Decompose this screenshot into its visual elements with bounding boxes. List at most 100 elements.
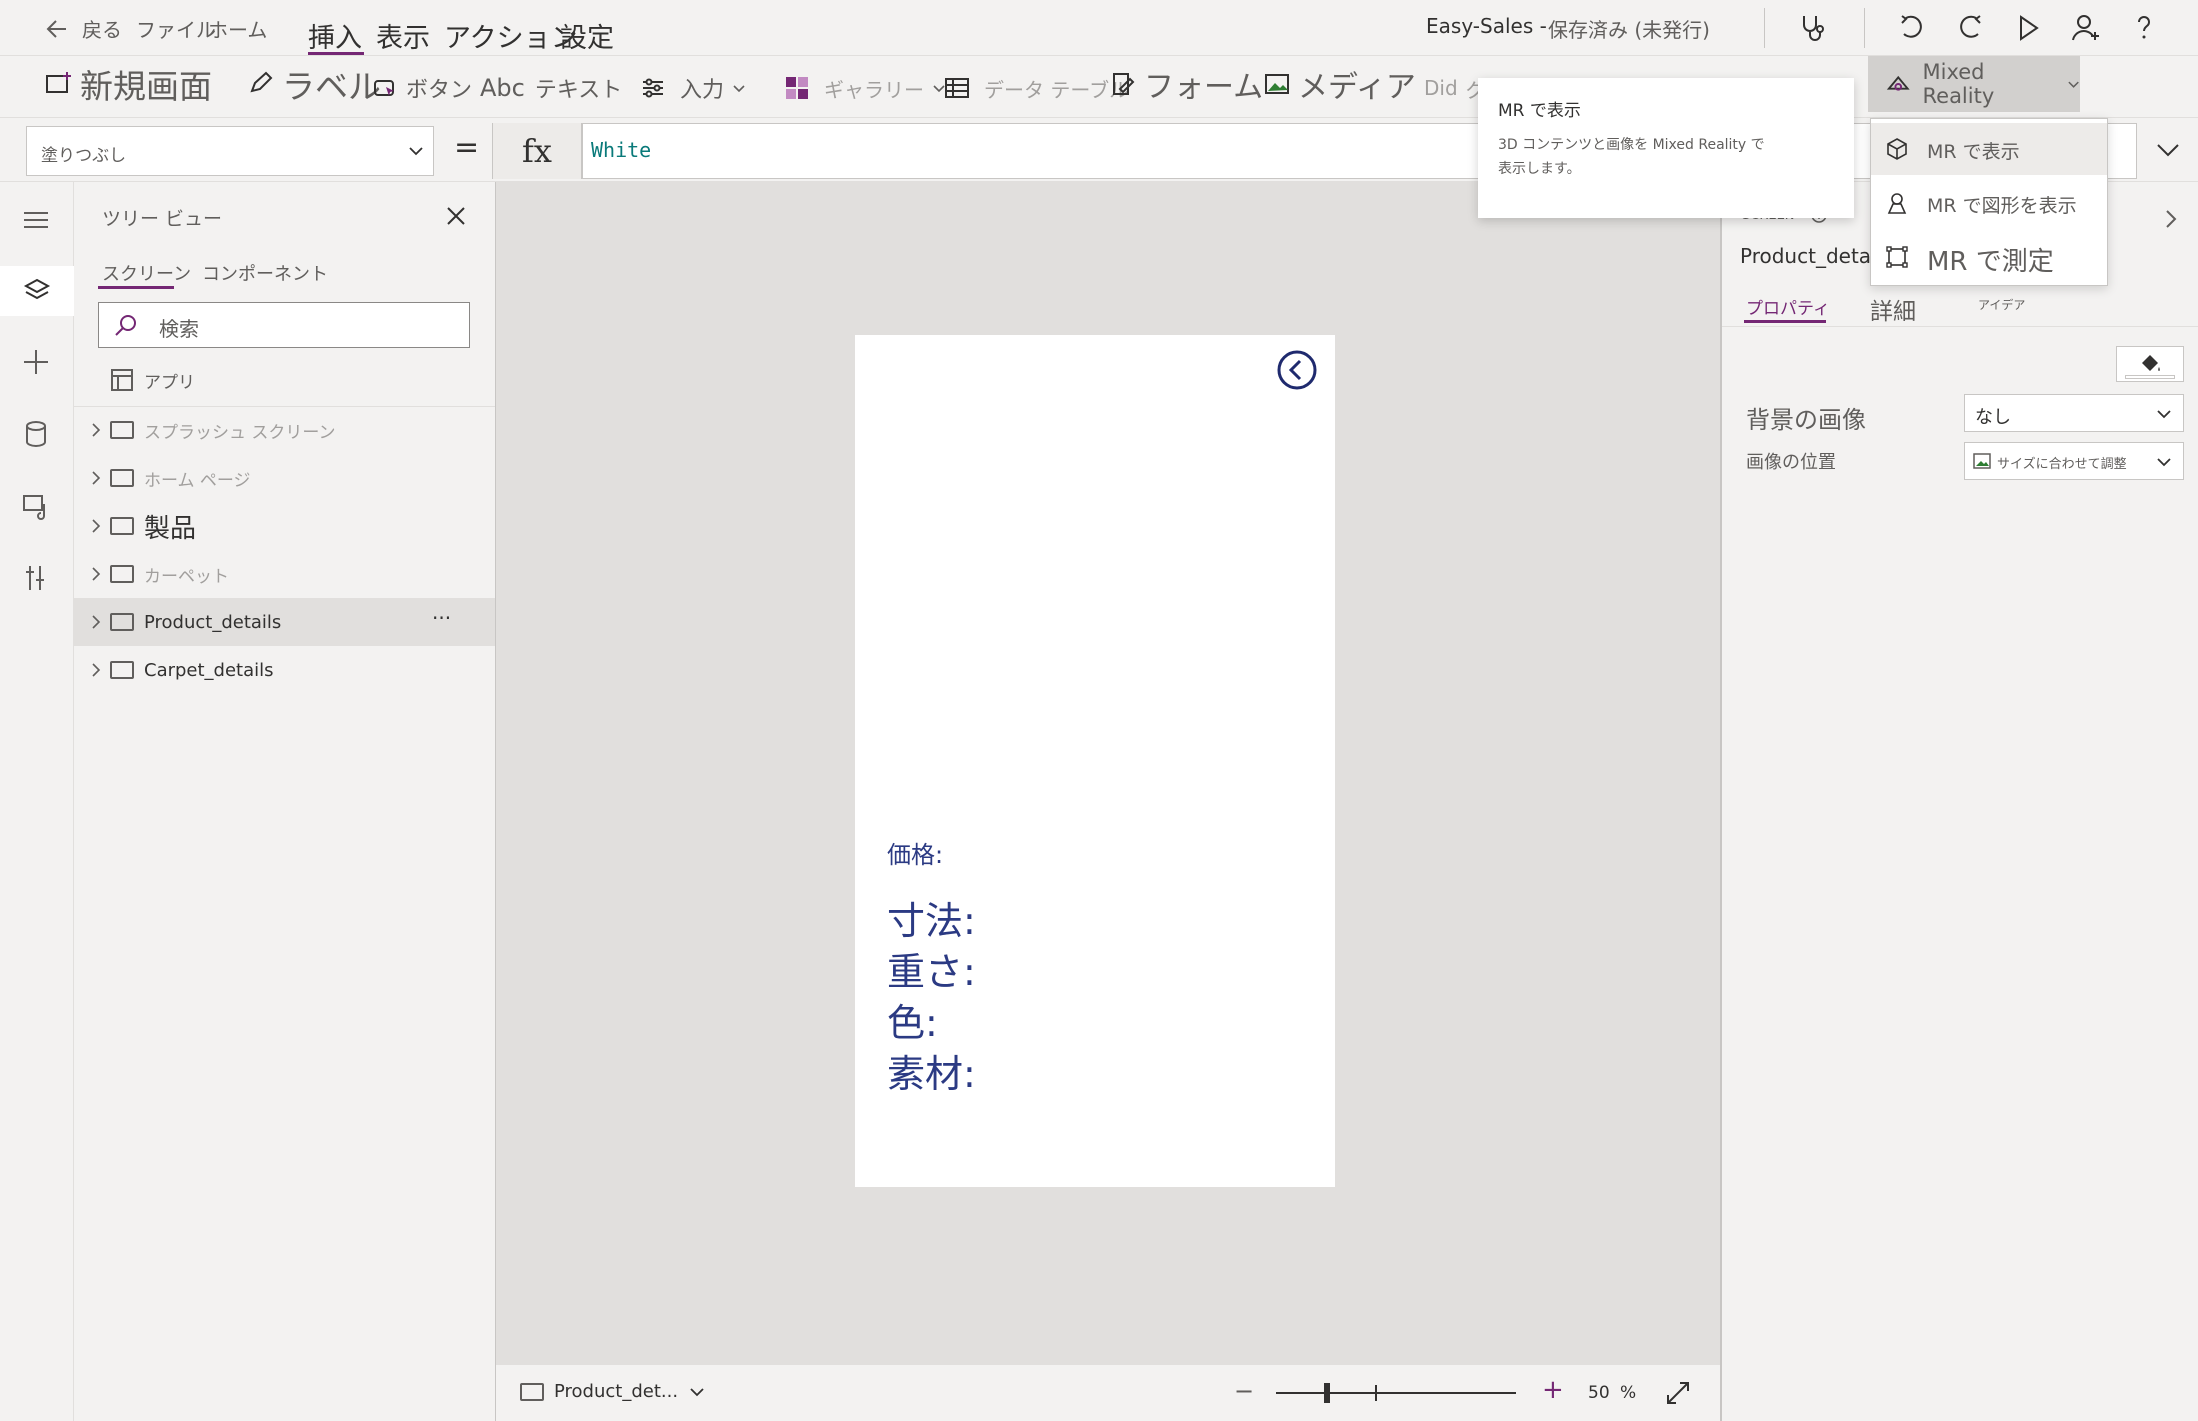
tree-screen-item[interactable]: ホーム ページ (74, 454, 495, 502)
tab-insert[interactable]: 挿入 (308, 23, 362, 54)
rail-tree-view[interactable] (0, 266, 74, 316)
close-icon[interactable] (444, 204, 468, 228)
tree-screen-item[interactable]: Product_details ··· (74, 598, 495, 646)
button-insert-button[interactable]: ボタン (372, 68, 472, 108)
mr-tooltip: MR で表示 3D コンテンツと画像を Mixed Reality で 表示しま… (1478, 78, 1854, 218)
fill-color-picker[interactable] (2116, 346, 2184, 382)
tree-screen-label: 製品 (144, 513, 197, 544)
image-position-dropdown[interactable]: サイズに合わせて調整 (1964, 442, 2184, 480)
media-library-icon[interactable] (20, 490, 52, 522)
menu-item-view-in-mr[interactable]: MR で表示 (1871, 123, 2107, 175)
menu-home[interactable]: ホーム (208, 14, 267, 43)
hamburger-menu-icon[interactable] (20, 204, 52, 236)
data-database-icon[interactable] (20, 418, 52, 450)
data-table-label: データ テーブル (984, 77, 1130, 102)
measure-icon (1886, 246, 1908, 268)
menu-file[interactable]: ファイル (136, 14, 216, 43)
share-user-icon[interactable] (2070, 12, 2102, 44)
data-table-button[interactable]: データ テーブル (944, 68, 1129, 108)
tooltip-desc-line2: 表示します。 (1498, 161, 1581, 177)
bg-image-dropdown[interactable]: なし (1964, 394, 2184, 432)
app-checker-stethoscope-icon[interactable] (1796, 12, 1828, 44)
chevron-right-icon[interactable] (86, 420, 106, 440)
menu-item-measure-in-mr[interactable]: MR で測定 (1871, 231, 2107, 283)
chevron-down-icon (409, 147, 423, 156)
zoom-slider-thumb[interactable] (1324, 1383, 1330, 1403)
back-button[interactable]: 戻る (44, 14, 122, 43)
more-options-button[interactable]: ··· (432, 606, 451, 630)
dimensions-label[interactable]: 寸法: (887, 890, 976, 945)
tree-screen-item[interactable]: スプラッシュ スクリーン (74, 406, 495, 454)
text-button[interactable]: Abc テキスト (480, 68, 622, 108)
divider (1764, 8, 1765, 48)
menu-item-view-shape-in-mr[interactable]: MR で図形を表示 (1871, 177, 2107, 229)
chevron-right-icon[interactable] (86, 468, 106, 488)
app-item-label: アプリ (144, 372, 195, 393)
active-tab-underline (98, 286, 174, 289)
expand-formula-chevron-icon[interactable] (2154, 136, 2182, 164)
fx-button[interactable]: fx (492, 123, 582, 179)
image-fit-icon (1973, 453, 1991, 469)
tree-screen-item[interactable]: Carpet_details (74, 646, 495, 694)
price-label[interactable]: 価格: (887, 835, 943, 870)
tab-action[interactable]: アクション (444, 16, 578, 55)
screen-icon (520, 1382, 544, 1401)
property-value: 塗りつぶし (41, 146, 127, 166)
chevron-right-icon[interactable] (86, 660, 106, 680)
shape-view-icon (1887, 193, 1907, 214)
screen-icon (110, 469, 134, 487)
input-button[interactable]: 入力 (640, 68, 746, 108)
fit-to-window-icon[interactable] (1664, 1379, 1692, 1407)
zoom-out-button[interactable]: − (1234, 1377, 1254, 1405)
tree-screen-item[interactable]: カーペット (74, 550, 495, 598)
screen-icon (110, 613, 134, 631)
mixed-reality-button[interactable]: Mixed Reality (1868, 56, 2080, 112)
form-label: フォーム (1144, 70, 1264, 105)
search-input[interactable]: 検索 (98, 302, 470, 348)
tree-screen-item[interactable]: 製品 (74, 502, 495, 550)
label-button[interactable]: ラベル (248, 64, 381, 106)
zoom-in-button[interactable]: + (1542, 1375, 1564, 1405)
material-label[interactable]: 素材: (887, 1043, 976, 1098)
zoom-slider[interactable] (1276, 1377, 1516, 1409)
chevron-down-icon (2157, 410, 2171, 419)
property-dropdown[interactable]: 塗りつぶし (26, 126, 434, 176)
tab-ideas[interactable]: アイデア (1978, 296, 2025, 313)
mixed-reality-menu: MR で表示 MR で図形を表示 MR で測定 (1870, 118, 2108, 286)
weight-label[interactable]: 重さ: (887, 941, 976, 996)
back-circle-icon[interactable] (1277, 350, 1317, 390)
tab-view[interactable]: 表示 (376, 16, 430, 55)
tab-advanced[interactable]: 詳細 (1870, 292, 1916, 326)
bg-image-value: なし (1975, 407, 2011, 428)
gallery-button[interactable]: ギャラリー (784, 68, 946, 108)
tools-icon[interactable] (20, 562, 52, 594)
chevron-down-icon (2068, 81, 2079, 88)
tree-screen-label: Carpet_details (144, 659, 274, 681)
undo-icon[interactable] (1896, 12, 1928, 44)
new-screen-button[interactable]: 新規画面 (44, 64, 212, 106)
tab-properties[interactable]: プロパティ (1746, 294, 1830, 319)
form-button[interactable]: フォーム (1110, 64, 1264, 105)
chevron-right-icon[interactable] (86, 516, 106, 536)
tree-app-item[interactable]: アプリ (74, 356, 495, 404)
tab-settings[interactable]: 設定 (560, 16, 614, 55)
equals-sign: = (454, 130, 480, 165)
tab-screens[interactable]: スクリーン (102, 260, 191, 286)
chevron-right-icon[interactable] (86, 564, 106, 584)
media-button[interactable]: メディア (1264, 64, 1416, 105)
search-icon (115, 315, 136, 336)
add-insert-icon[interactable] (20, 346, 52, 378)
screen-selector-label: Product_det... (554, 1381, 679, 1402)
screen-selector[interactable]: Product_det... (520, 1381, 706, 1402)
design-canvas[interactable]: 価格: 寸法: 重さ: 色: 素材: (496, 182, 1720, 1364)
redo-icon[interactable] (1954, 12, 1986, 44)
chevron-right-icon[interactable] (2160, 208, 2182, 230)
color-label[interactable]: 色: (887, 992, 938, 1047)
tab-components[interactable]: コンポーネント (202, 260, 328, 286)
play-preview-icon[interactable] (2012, 12, 2044, 44)
screen-product-details[interactable]: 価格: 寸法: 重さ: 色: 素材: (855, 335, 1335, 1187)
properties-panel: SCREEN Product_details プロパティ 詳細 アイデア 背景の… (1720, 182, 2198, 1421)
tree-screen-label: ホーム ページ (144, 470, 251, 491)
chevron-right-icon[interactable] (86, 612, 106, 632)
help-icon[interactable] (2128, 12, 2160, 44)
